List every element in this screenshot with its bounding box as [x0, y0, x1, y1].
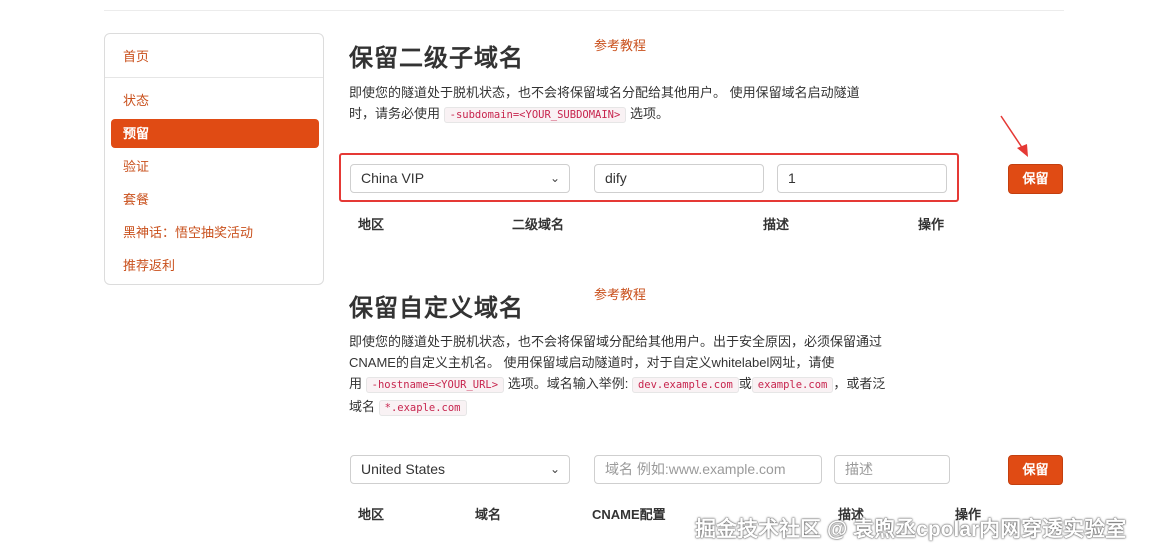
- custom-desc-tail: ，或者泛: [833, 376, 886, 391]
- subdomain-desc-line2: 时，请务必使用: [349, 106, 441, 121]
- chevron-down-icon: ⌄: [549, 171, 560, 185]
- custom-domain-tutorial-link[interactable]: 参考教程: [594, 284, 646, 303]
- col-header-domain: 域名: [475, 507, 502, 522]
- sidebar-item-home[interactable]: 首页: [111, 42, 319, 71]
- custom-domain-title: 保留自定义域名: [349, 295, 524, 322]
- custom-desc-line4: 域名: [349, 399, 376, 414]
- custom-description-input[interactable]: 描述: [834, 455, 950, 484]
- hostname-option-code: -hostname=<YOUR_URL>: [365, 377, 505, 393]
- top-divider: [104, 10, 1064, 11]
- subdomain-desc-line1: 即使您的隧道处于脱机状态，也不会将保留域名分配给其他用户。 使用保留域名启动隧道: [349, 85, 860, 100]
- wildcard-domain-code: *.exaple.com: [378, 400, 467, 416]
- subdomain-title: 保留二级子域名: [349, 45, 524, 72]
- col-header-action: 操作: [918, 217, 945, 232]
- chevron-down-icon: ⌄: [549, 462, 560, 476]
- red-arrow-icon: [1000, 115, 1028, 157]
- custom-desc-or: 或: [738, 376, 752, 391]
- subdomain-region-value: China VIP: [361, 170, 425, 186]
- subdomain-name-input[interactable]: dify: [594, 164, 764, 193]
- subdomain-description-input[interactable]: 1: [777, 164, 947, 193]
- sidebar-item-lottery[interactable]: 黑神话：悟空抽奖活动: [111, 218, 319, 247]
- col-header-cname: CNAME配置: [592, 507, 666, 522]
- col-header-description: 描述: [763, 217, 790, 232]
- sidebar-item-plans[interactable]: 套餐: [111, 185, 319, 214]
- custom-domain-description: 即使您的隧道处于脱机状态，也不会将保留域分配给其他用户。出于安全原因，必须保留通…: [349, 331, 949, 419]
- sidebar-item-referral[interactable]: 推荐返利: [111, 251, 319, 280]
- subdomain-tutorial-link[interactable]: 参考教程: [594, 35, 646, 54]
- custom-desc-line1: 即使您的隧道处于脱机状态，也不会将保留域分配给其他用户。出于安全原因，必须保留通…: [349, 334, 883, 349]
- sidebar-item-reserved[interactable]: 预留: [111, 119, 319, 148]
- sidebar-item-status[interactable]: 状态: [111, 86, 319, 115]
- subdomain-option-code: -subdomain=<YOUR_SUBDOMAIN>: [443, 107, 627, 123]
- example-domain-code-2: example.com: [751, 377, 834, 393]
- example-domain-code-1: dev.example.com: [631, 377, 739, 393]
- sidebar: 首页 状态 预留 验证 套餐 黑神话：悟空抽奖活动 推荐返利: [104, 33, 324, 285]
- custom-domain-input[interactable]: 域名 例如:www.example.com: [594, 455, 822, 484]
- col-header-subdomain: 二级域名: [512, 217, 565, 232]
- custom-region-value: United States: [361, 461, 446, 477]
- subdomain-reserve-button[interactable]: 保留: [1008, 164, 1063, 194]
- col-header-region: 地区: [358, 217, 385, 232]
- subdomain-region-select[interactable]: China VIP ⌄: [350, 164, 570, 193]
- custom-region-select[interactable]: United States ⌄: [350, 455, 570, 484]
- custom-desc-line2: CNAME的自定义主机名。 使用保留域启动隧道时，对于自定义whitelabel…: [349, 355, 835, 370]
- sidebar-item-verify[interactable]: 验证: [111, 152, 319, 181]
- custom-desc-line3: 用: [349, 376, 363, 391]
- watermark: 掘金技术社区 @ 袁煦丞cpolar内网穿透实验室: [695, 518, 1127, 541]
- custom-reserve-button[interactable]: 保留: [1008, 455, 1063, 485]
- subdomain-desc-tail: 选项。: [629, 106, 669, 121]
- subdomain-description: 即使您的隧道处于脱机状态，也不会将保留域名分配给其他用户。 使用保留域名启动隧道…: [349, 82, 929, 126]
- col-header-region: 地区: [358, 507, 385, 522]
- custom-desc-example-label: 选项。域名输入举例:: [507, 376, 629, 391]
